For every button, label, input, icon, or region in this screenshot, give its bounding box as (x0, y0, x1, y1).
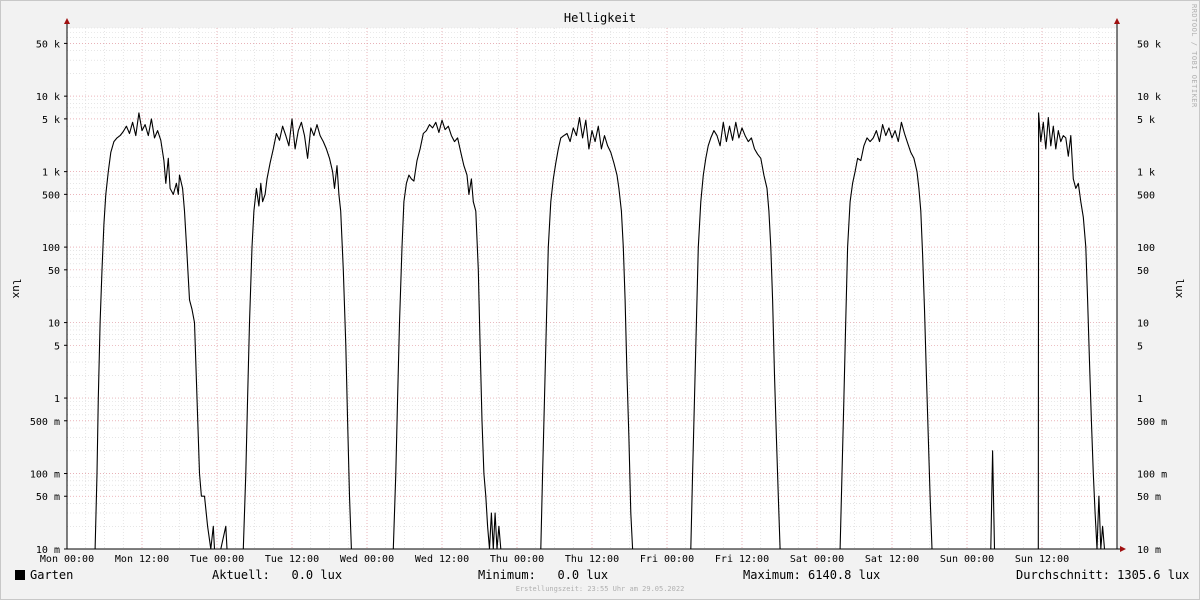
average-value: 1305.6 lux (1117, 568, 1190, 582)
y-tick-label-right: 10 (1137, 319, 1149, 330)
current-label: Aktuell: (212, 568, 270, 582)
y-tick-label-right: 500 m (1137, 417, 1167, 428)
maximum-label: Maximum: (743, 568, 801, 582)
y-axis-arrow-right (1114, 18, 1120, 24)
y-tick-label-right: 50 (1137, 266, 1149, 277)
chart-svg: 50 k 50 k 10 k 10 k 5 k 5 k 1 k 1 k 500 500 100 100… (10, 18, 1186, 565)
y-tick-label-right: 100 (1137, 243, 1155, 254)
y-axis-arrow-left (64, 18, 70, 24)
x-tick-label: Wed 00:00 (340, 554, 394, 565)
legend-maximum: Maximum: 6140.8 lux (743, 568, 880, 582)
y-tick-label-right: 100 m (1137, 470, 1167, 481)
y-tick-label-left: 1 k (42, 168, 60, 179)
legend-swatch (15, 570, 25, 580)
y-tick-label-left: 1 (54, 394, 60, 405)
y-axis-label-right: lux (1173, 279, 1186, 299)
y-tick-label-left: 50 m (36, 492, 60, 503)
y-tick-label-left: 50 (48, 266, 60, 277)
y-tick-label-right: 5 (1137, 341, 1143, 352)
legend-current: Aktuell: 0.0 lux (212, 568, 342, 582)
y-tick-label-left: 50 k (36, 39, 60, 50)
y-tick-label-left: 100 (42, 243, 60, 254)
x-tick-label: Sat 12:00 (865, 554, 919, 565)
x-tick-label: Fri 00:00 (640, 554, 694, 565)
x-tick-label: Sun 00:00 (940, 554, 994, 565)
y-tick-label-right: 50 k (1137, 39, 1161, 50)
x-tick-label: Tue 00:00 (190, 554, 244, 565)
y-tick-label-left: 500 (42, 190, 60, 201)
legend-series-name: Garten (30, 568, 74, 582)
y-tick-label-left: 5 k (42, 115, 60, 126)
y-tick-label-right: 10 m (1137, 545, 1161, 556)
x-tick-label: Mon 12:00 (115, 554, 169, 565)
y-axis-label-left: lux (10, 279, 23, 299)
maximum-value: 6140.8 lux (808, 568, 881, 582)
x-tick-label: Thu 12:00 (565, 554, 619, 565)
y-tick-label-right: 50 m (1137, 492, 1161, 503)
x-axis-arrow (1120, 546, 1126, 552)
x-tick-label: Fri 12:00 (715, 554, 769, 565)
average-label: Durchschnitt: (1016, 568, 1110, 582)
current-value: 0.0 lux (291, 568, 343, 582)
y-tick-label-left: 5 (54, 341, 60, 352)
legend-minimum: Minimum: 0.0 lux (478, 568, 608, 582)
y-tick-label-right: 1 (1137, 394, 1143, 405)
x-tick-label: Tue 12:00 (265, 554, 319, 565)
y-tick-label-left: 10 k (36, 92, 60, 103)
x-tick-label: Sun 12:00 (1015, 554, 1069, 565)
y-tick-label-right: 1 k (1137, 168, 1155, 179)
y-tick-label-left: 500 m (30, 417, 60, 428)
y-tick-label-right: 10 k (1137, 92, 1161, 103)
x-tick-label: Sat 00:00 (790, 554, 844, 565)
y-tick-label-left: 10 (48, 319, 60, 330)
y-tick-label-left: 100 m (30, 470, 60, 481)
x-tick-label: Mon 00:00 (40, 554, 94, 565)
creation-time: Erstellungszeit: 23:55 Uhr am 29.05.2022 (515, 585, 685, 593)
x-tick-label: Thu 00:00 (490, 554, 544, 565)
legend-series: Garten (15, 568, 73, 582)
y-tick-label-right: 500 (1137, 190, 1155, 201)
legend-average: Durchschnitt: 1305.6 lux (1016, 568, 1189, 582)
minimum-label: Minimum: (478, 568, 536, 582)
minimum-value: 0.0 lux (557, 568, 609, 582)
y-tick-label-right: 5 k (1137, 115, 1155, 126)
x-tick-label: Wed 12:00 (415, 554, 469, 565)
